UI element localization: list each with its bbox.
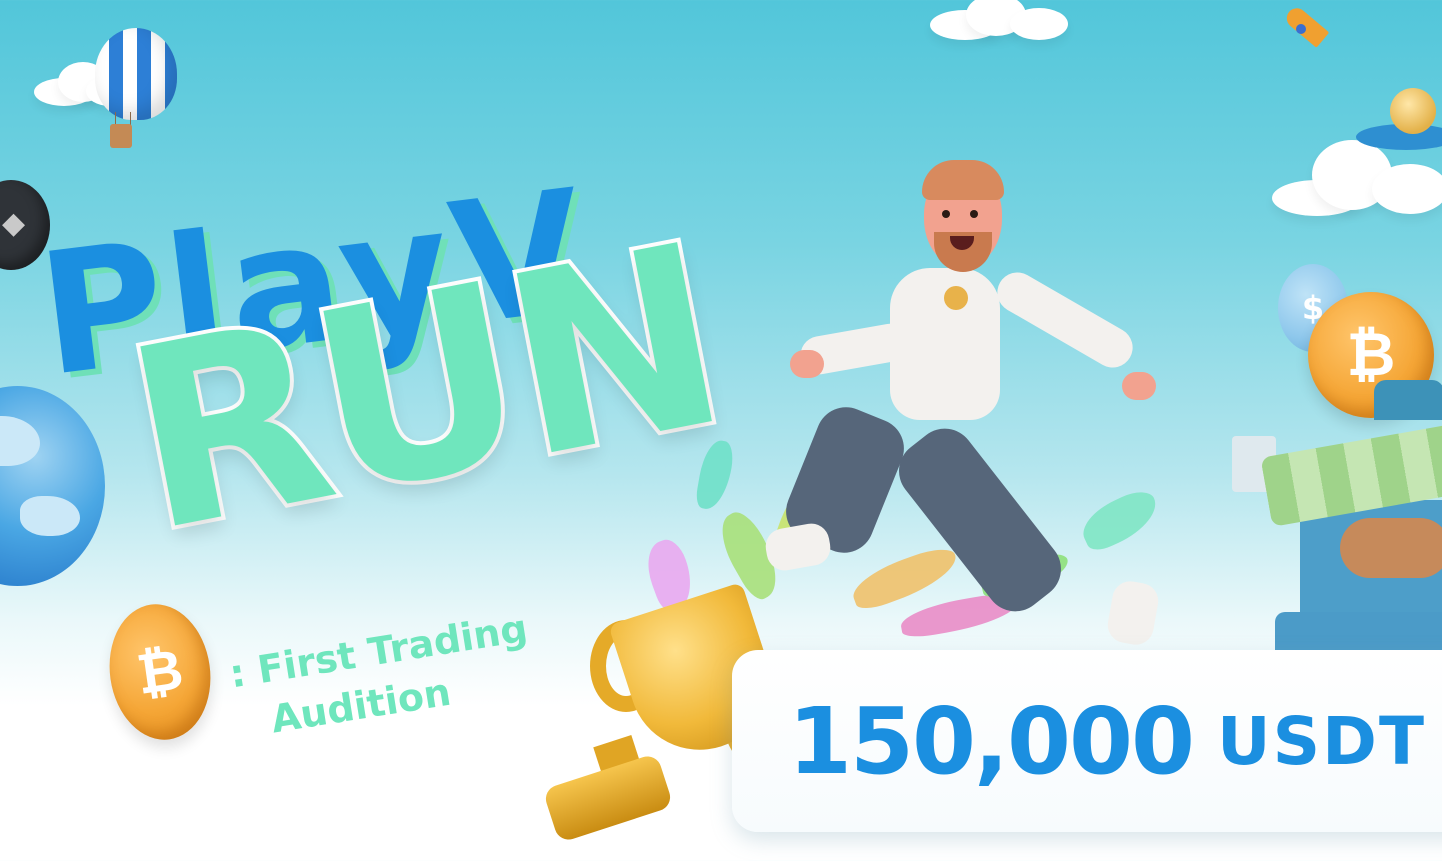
shop-scroll [1340,518,1442,578]
prize-panel: 150,000 USDT [732,650,1442,832]
cloud-top-center [930,0,1070,44]
subtitle: : First Trading Audition [226,603,539,751]
character-eye-left [942,210,950,218]
character-hair [922,160,1004,200]
character-arm-right [990,265,1140,375]
planet-icon [1390,88,1436,134]
prize-unit: USDT [1217,702,1426,780]
character-shoe-right [1104,578,1162,648]
prize-amount: 150,000 [788,687,1195,795]
globe-icon [0,386,105,586]
character-eye-right [970,210,978,218]
medal-badge-icon [944,286,968,310]
hot-air-balloon-icon [95,28,177,120]
character-hand-right [1122,372,1156,400]
cloud-right [1272,140,1442,220]
bitcoin-glyph: ₿ [132,637,188,708]
ethereum-glyph: ◆ [2,206,26,241]
shop-awning [1374,380,1442,420]
rocket-window [1296,24,1306,34]
color-splash [1075,484,1165,556]
bitcoin-coin-icon: ₿ [101,597,219,747]
balloon-basket [110,124,132,148]
character-hand-left [790,350,824,378]
character-shoe-left [762,520,834,574]
rocket-icon [1282,4,1330,48]
